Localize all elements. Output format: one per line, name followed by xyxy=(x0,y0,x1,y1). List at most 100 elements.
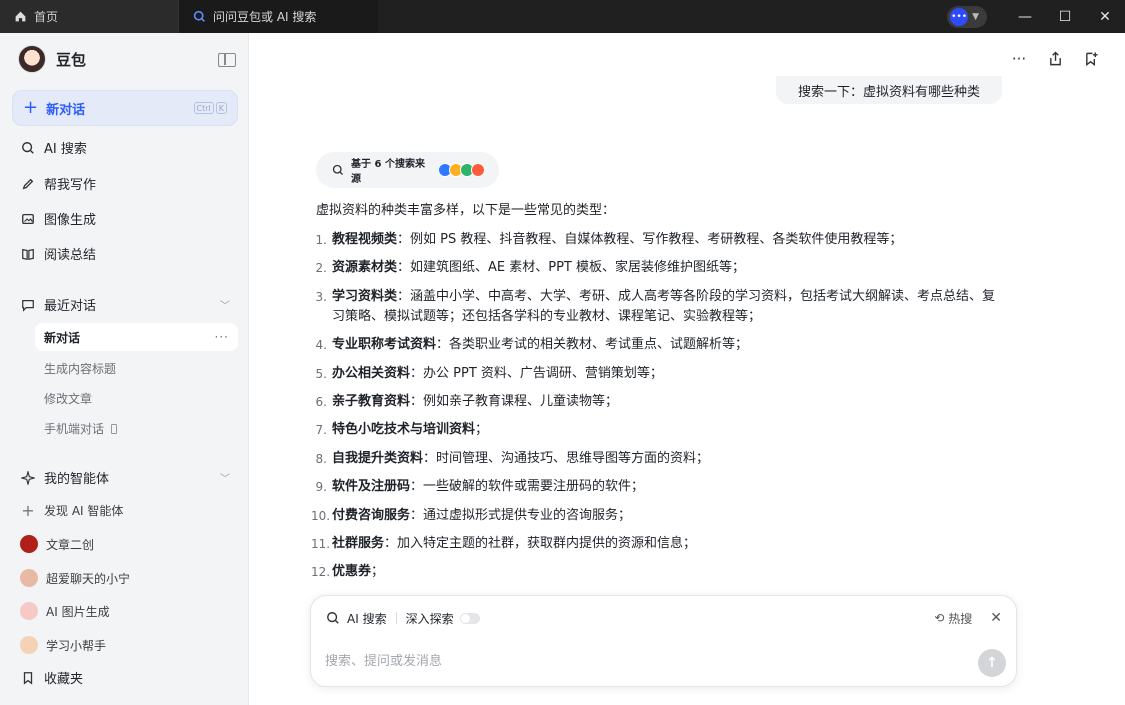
list-text: 社群服务：加入特定主题的社群，获取群内提供的资源和信息； xyxy=(332,534,696,554)
agent-avatar xyxy=(20,535,38,553)
list-item: 12. 优惠券； xyxy=(311,562,1006,582)
sidebar-item-writing[interactable]: 帮我写作 xyxy=(20,174,96,193)
item-title: 付费咨询服务 xyxy=(332,507,411,523)
message-input[interactable] xyxy=(325,654,965,669)
brand[interactable]: 豆包 xyxy=(18,45,86,73)
agent-avatar xyxy=(20,636,38,654)
more-icon[interactable]: ··· xyxy=(1009,49,1029,69)
add-bookmark-icon[interactable] xyxy=(1081,49,1101,69)
agent-name: 超爱聊天的小宁 xyxy=(46,571,131,586)
item-desc: ：办公 PPT 资料、广告调研、营销策划等； xyxy=(410,365,663,381)
item-desc: ：例如 PS 教程、抖音教程、自媒体教程、写作教程、考研教程、各类软件使用教程等… xyxy=(397,232,903,247)
item-desc: ：例如亲子教育课程、儿童读物等； xyxy=(410,393,619,409)
list-number: 1. xyxy=(315,233,327,247)
message-composer: AI 搜索 深入探索 ⟲ 热搜 ✕ ↑ xyxy=(310,595,1017,687)
account-avatar: ••• xyxy=(950,7,969,26)
chevron-down-icon: ﹀ xyxy=(220,301,230,312)
arrow-up-icon: ↑ xyxy=(986,655,998,671)
sidebar-item-label: AI 搜索 xyxy=(44,142,87,157)
list-number: 8. xyxy=(315,451,327,466)
deep-explore-toggle[interactable] xyxy=(459,612,480,624)
recent-chats-label: 最近对话 xyxy=(44,299,97,314)
item-desc: ：通过虚拟形式提供专业的咨询服务； xyxy=(410,507,632,523)
ai-search-mode[interactable]: AI 搜索 xyxy=(347,610,387,627)
account-switcher[interactable]: ••• ▼ xyxy=(947,5,987,28)
more-icon[interactable]: ··· xyxy=(215,330,229,344)
hot-search-button[interactable]: ⟲ 热搜 xyxy=(934,610,972,627)
agent-item[interactable]: 文章二创 xyxy=(20,535,94,553)
divider xyxy=(395,612,397,624)
recent-chat-item[interactable]: 新对话 ··· xyxy=(35,323,238,351)
item-title: 软件及注册码 xyxy=(332,479,411,495)
my-agents-label: 我的智能体 xyxy=(44,472,110,487)
ai-search-icon xyxy=(191,9,207,25)
agent-item[interactable]: 超爱聊天的小宁 xyxy=(20,569,130,587)
agent-name: 学习小帮手 xyxy=(46,638,107,653)
list-number: 4. xyxy=(315,338,327,353)
list-text: 优惠券； xyxy=(332,562,384,582)
my-agents-header[interactable]: 我的智能体 ﹀ xyxy=(20,468,230,487)
minimize-button[interactable]: — xyxy=(1005,0,1045,33)
item-title: 专业职称考试资料 xyxy=(332,337,437,353)
sources-label: 基于 6 个搜索来源 xyxy=(351,159,425,185)
sidebar-item-reading[interactable]: 阅读总结 xyxy=(20,244,96,263)
recent-chat-item[interactable]: 修改文章 xyxy=(44,390,92,407)
chat-toolbar: ··· xyxy=(1009,49,1101,69)
list-text: 教程视频类：例如 PS 教程、抖音教程、自媒体教程、写作教程、考研教程、各类软件… xyxy=(332,230,902,250)
item-title: 社群服务 xyxy=(332,535,385,551)
item-desc: ：时间管理、沟通技巧、思维导图等方面的资料； xyxy=(423,450,710,466)
list-number: 2. xyxy=(315,261,327,276)
sidebar-collapse-icon[interactable] xyxy=(218,53,236,67)
agent-avatar xyxy=(20,602,38,620)
new-chat-button[interactable]: + 新对话 Ctrl K xyxy=(12,90,238,126)
search-icon xyxy=(330,162,345,178)
list-item: 7. 特色小吃技术与培训资料； xyxy=(316,420,1006,440)
agent-item[interactable]: 学习小帮手 xyxy=(20,636,106,654)
title-bar: 首页 问问豆包或 AI 搜索 ••• ▼ — ☐ ✕ xyxy=(0,0,1125,33)
sidebar-item-label: 帮我写作 xyxy=(44,178,97,193)
agent-item[interactable]: AI 图片生成 xyxy=(20,602,110,620)
shortcut-key: K xyxy=(215,102,227,114)
hot-search-label: 热搜 xyxy=(948,611,973,626)
book-icon xyxy=(20,246,36,262)
maximize-button[interactable]: ☐ xyxy=(1045,0,1085,33)
sidebar-item-label: 阅读总结 xyxy=(44,248,97,263)
item-desc: ：各类职业考试的相关教材、考试重点、试题解析等； xyxy=(436,337,749,353)
send-button[interactable]: ↑ xyxy=(978,649,1006,677)
list-item: 6. 亲子教育资料：例如亲子教育课程、儿童读物等； xyxy=(316,392,1006,412)
bookmark-icon xyxy=(20,670,36,686)
list-text: 软件及注册码：一些破解的软件或需要注册码的软件； xyxy=(332,477,644,497)
list-item: 2. 资源素材类：如建筑图纸、AE 素材、PPT 模板、家居装修维护图纸等； xyxy=(316,258,1006,278)
chevron-down-icon: ﹀ xyxy=(220,474,230,485)
recent-chat-item[interactable]: 生成内容标题 xyxy=(44,360,116,377)
close-window-button[interactable]: ✕ xyxy=(1085,0,1125,33)
close-icon[interactable]: ✕ xyxy=(990,610,1002,626)
tab-ai-search[interactable]: 问问豆包或 AI 搜索 xyxy=(178,0,378,33)
search-icon xyxy=(325,610,341,626)
pen-icon xyxy=(20,176,36,192)
brand-name: 豆包 xyxy=(56,50,87,69)
assistant-answer: 虚拟资料的种类丰富多样，以下是一些常见的类型： 1. 教程视频类：例如 PS 教程… xyxy=(311,201,1006,591)
sidebar-item-image-gen[interactable]: 图像生成 xyxy=(20,209,96,228)
source-logos xyxy=(438,163,485,177)
search-icon xyxy=(20,140,36,156)
item-desc: ：一些破解的软件或需要注册码的软件； xyxy=(410,479,645,495)
list-number: 12. xyxy=(311,565,331,580)
sidebar-item-ai-search[interactable]: AI 搜索 xyxy=(20,138,87,157)
search-sources-chip[interactable]: 基于 6 个搜索来源 xyxy=(316,152,499,188)
sidebar-item-label: 图像生成 xyxy=(44,213,97,228)
discover-agents-item[interactable]: + 发现 AI 智能体 xyxy=(20,501,123,520)
refresh-icon: ⟲ xyxy=(934,611,945,625)
tab-home[interactable]: 首页 xyxy=(0,0,178,33)
list-item: 4. 专业职称考试资料：各类职业考试的相关教材、考试重点、试题解析等； xyxy=(316,335,1006,355)
sidebar: 豆包 + 新对话 Ctrl K AI 搜索 帮我写作 图像生成 阅读总结 最近对… xyxy=(0,33,249,705)
source-logo-icon xyxy=(471,163,485,177)
answer-intro: 虚拟资料的种类丰富多样，以下是一些常见的类型： xyxy=(316,203,616,218)
recent-chat-item[interactable]: 手机端对话 xyxy=(44,420,117,437)
share-icon[interactable] xyxy=(1045,49,1065,69)
shortcut-hint: Ctrl K xyxy=(193,102,227,114)
list-number: 11. xyxy=(311,536,331,551)
recent-chats-header[interactable]: 最近对话 ﹀ xyxy=(20,295,230,314)
new-chat-label: 新对话 xyxy=(46,102,86,118)
sidebar-item-favorites[interactable]: 收藏夹 xyxy=(20,668,83,687)
